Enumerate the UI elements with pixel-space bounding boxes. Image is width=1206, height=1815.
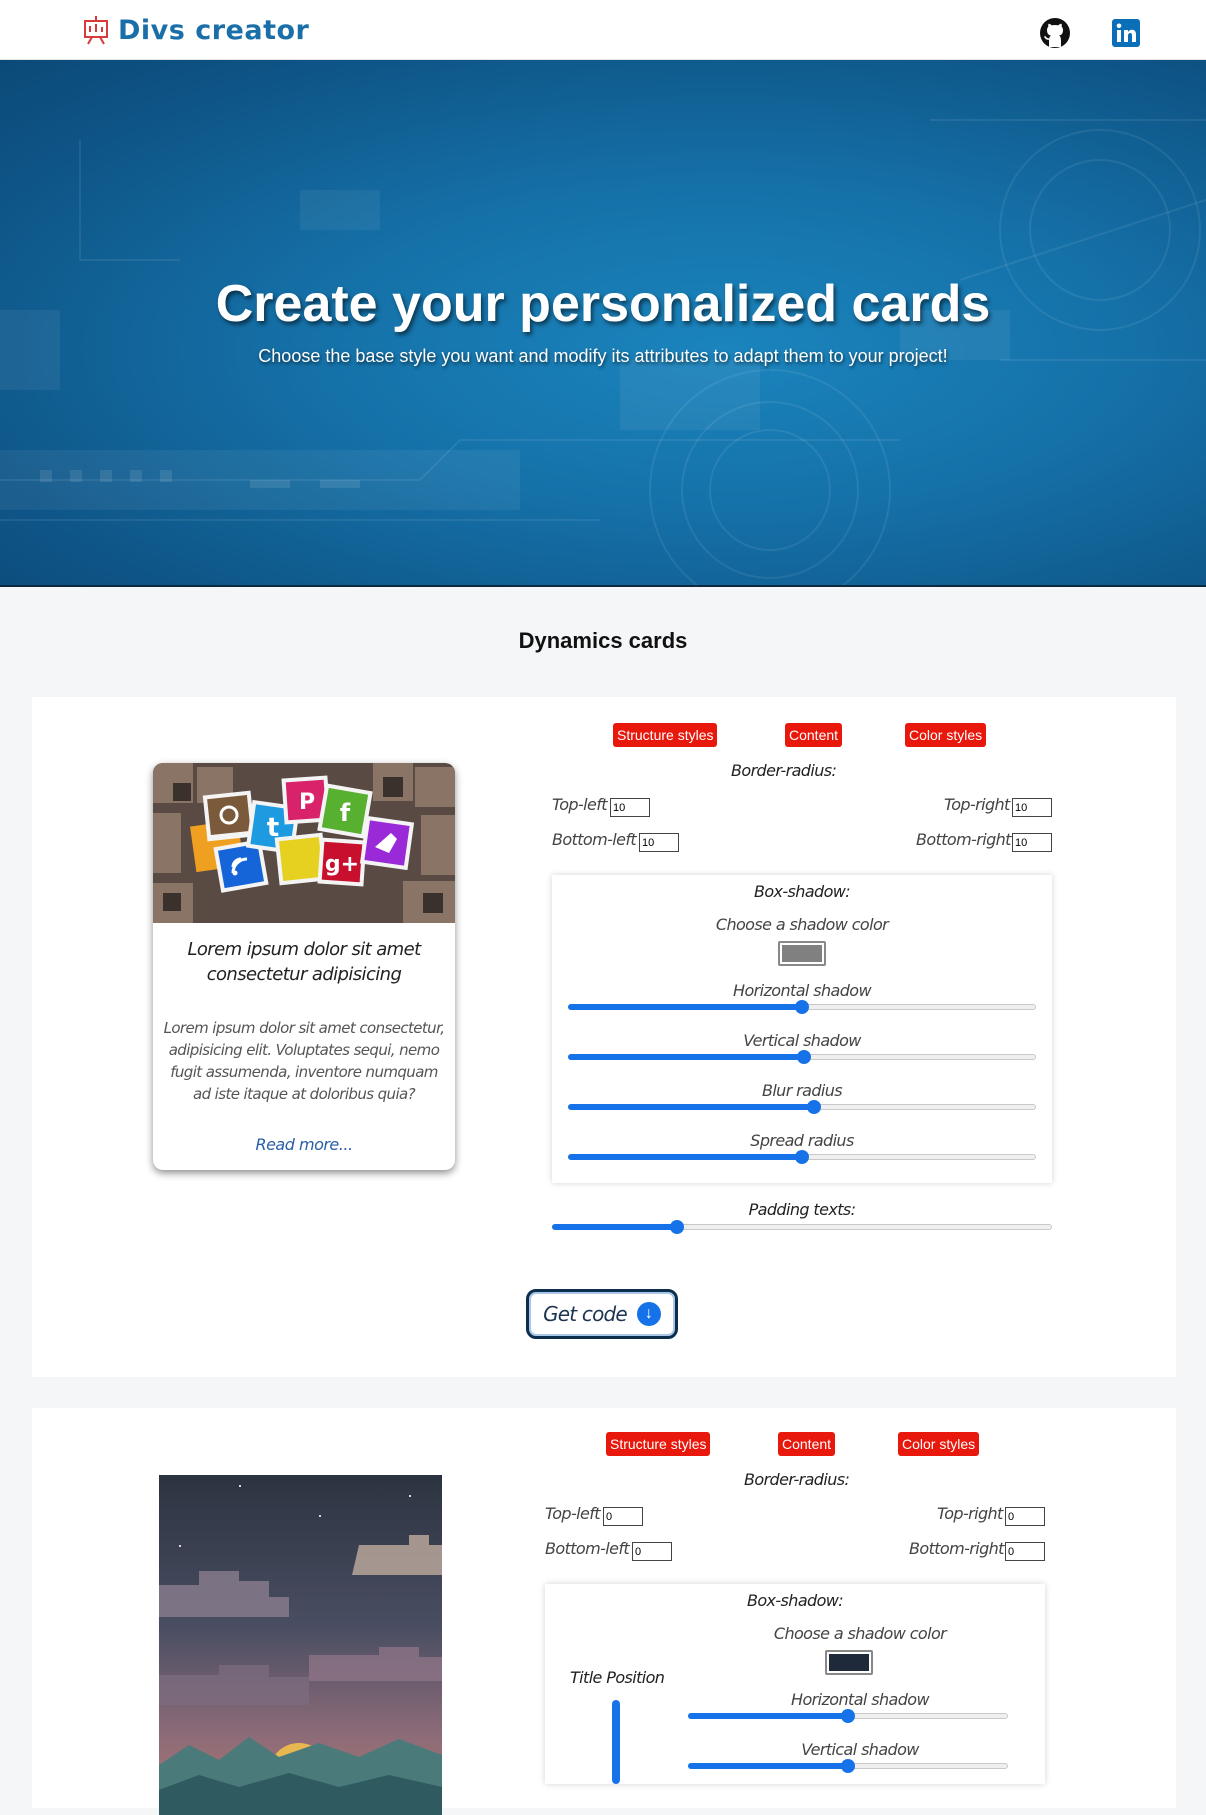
top-right-label: Top-right bbox=[937, 1504, 1003, 1523]
social-media-collage-image: t g+ f P bbox=[153, 763, 455, 923]
title-position-label: Title Position bbox=[570, 1668, 665, 1687]
presentation-board-icon bbox=[84, 16, 108, 45]
bottom-left-input[interactable] bbox=[639, 833, 679, 852]
bottom-left-label: Bottom-left bbox=[552, 830, 637, 849]
border-radius-label: Border-radius: bbox=[731, 761, 837, 780]
get-code-button[interactable]: Get code ↓ bbox=[526, 1289, 678, 1339]
slider-thumb[interactable] bbox=[841, 1709, 855, 1723]
hero-subtitle: Choose the base style you want and modif… bbox=[258, 346, 948, 366]
padding-texts-slider[interactable] bbox=[552, 1219, 1052, 1235]
vertical-shadow-slider[interactable] bbox=[688, 1758, 1008, 1774]
svg-text:t: t bbox=[267, 813, 279, 843]
top-right-input[interactable] bbox=[1005, 1507, 1045, 1526]
hero-title: Create your personalized cards bbox=[215, 275, 991, 333]
tab-structure-styles[interactable]: Structure styles bbox=[613, 723, 718, 747]
brand-name: Divs creator bbox=[118, 14, 310, 46]
slider-thumb[interactable] bbox=[795, 1150, 809, 1164]
top-left-input[interactable] bbox=[610, 798, 650, 817]
vertical-shadow-label: Vertical shadow bbox=[801, 1740, 919, 1759]
hero-banner: Create your personalized cards Choose th… bbox=[0, 60, 1206, 587]
border-radius-label: Border-radius: bbox=[744, 1470, 850, 1489]
slider-thumb[interactable] bbox=[670, 1220, 684, 1234]
card-preview-1: t g+ f P Lorem ipsum dolor sit amet cons… bbox=[153, 763, 455, 1170]
title-position-slider[interactable] bbox=[612, 1700, 620, 1784]
brand[interactable]: Divs creator bbox=[82, 14, 309, 46]
tab-structure-styles[interactable]: Structure styles bbox=[606, 1432, 711, 1456]
top-right-label: Top-right bbox=[944, 795, 1010, 814]
top-left-input[interactable] bbox=[603, 1507, 643, 1526]
top-left-label: Top-left bbox=[552, 795, 608, 814]
blur-radius-slider[interactable] bbox=[568, 1099, 1036, 1115]
card-text: Lorem ipsum dolor sit amet consectetur, … bbox=[163, 1019, 445, 1103]
shadow-color-label: Choose a shadow color bbox=[773, 1624, 947, 1643]
bottom-right-label: Bottom-right bbox=[909, 1539, 1004, 1558]
horizontal-shadow-slider[interactable] bbox=[688, 1708, 1008, 1724]
bottom-left-input[interactable] bbox=[632, 1542, 672, 1561]
slider-thumb[interactable] bbox=[795, 1000, 809, 1014]
arrow-down-icon: ↓ bbox=[636, 1302, 661, 1326]
navbar: Divs creator bbox=[0, 0, 1206, 60]
slider-thumb[interactable] bbox=[806, 1100, 821, 1114]
bottom-right-input[interactable] bbox=[1012, 833, 1052, 852]
section-title: Dynamics cards bbox=[518, 628, 688, 653]
top-right-input[interactable] bbox=[1012, 798, 1052, 817]
horizontal-shadow-label: Horizontal shadow bbox=[733, 981, 872, 1000]
slider-thumb[interactable] bbox=[841, 1759, 855, 1773]
tab-content[interactable]: Content bbox=[785, 723, 843, 747]
bottom-right-input[interactable] bbox=[1005, 1542, 1045, 1561]
svg-text:f: f bbox=[340, 799, 351, 827]
tab-color-styles[interactable]: Color styles bbox=[898, 1432, 980, 1456]
box-shadow-panel: Box-shadow: Title Position Choose a shad… bbox=[545, 1584, 1045, 1784]
linkedin-link[interactable] bbox=[1109, 16, 1143, 50]
tab-color-styles[interactable]: Color styles bbox=[905, 723, 987, 747]
svg-text:g+: g+ bbox=[325, 852, 359, 877]
bottom-left-label: Bottom-left bbox=[545, 1539, 630, 1558]
spread-radius-slider[interactable] bbox=[568, 1149, 1036, 1165]
svg-text:P: P bbox=[299, 790, 315, 815]
vertical-shadow-slider[interactable] bbox=[568, 1049, 1036, 1065]
github-link[interactable] bbox=[1038, 16, 1072, 50]
github-icon bbox=[1040, 18, 1070, 48]
tab-content[interactable]: Content bbox=[778, 1432, 836, 1456]
box-shadow-label: Box-shadow: bbox=[746, 1591, 844, 1610]
blur-radius-label: Blur radius bbox=[761, 1081, 843, 1100]
padding-texts-label: Padding texts: bbox=[748, 1200, 856, 1219]
linkedin-icon bbox=[1112, 19, 1140, 47]
card-editor-panel-1: t g+ f P Lorem ipsum dolor sit amet cons… bbox=[32, 697, 1176, 1377]
shadow-color-label: Choose a shadow color bbox=[715, 915, 889, 934]
slider-thumb[interactable] bbox=[797, 1050, 812, 1064]
horizontal-shadow-label: Horizontal shadow bbox=[791, 1690, 930, 1709]
card-title: Lorem ipsum dolor sit amet consectetur a… bbox=[187, 939, 421, 985]
vertical-shadow-label: Vertical shadow bbox=[743, 1031, 861, 1050]
spread-radius-label: Spread radius bbox=[750, 1131, 854, 1150]
night-sky-landscape-image bbox=[159, 1475, 442, 1815]
read-more-link[interactable]: Read more... bbox=[153, 1135, 455, 1154]
box-shadow-panel: Box-shadow: Choose a shadow color Horizo… bbox=[552, 875, 1052, 1183]
box-shadow-label: Box-shadow: bbox=[753, 882, 851, 901]
bottom-right-label: Bottom-right bbox=[916, 830, 1011, 849]
shadow-color-picker[interactable] bbox=[778, 941, 826, 966]
card-editor-panel-2: Structure styles Content Color styles Bo… bbox=[32, 1408, 1176, 1815]
horizontal-shadow-slider[interactable] bbox=[568, 999, 1036, 1015]
shadow-color-picker[interactable] bbox=[825, 1650, 873, 1675]
get-code-label: Get code bbox=[543, 1302, 628, 1326]
top-left-label: Top-left bbox=[545, 1504, 601, 1523]
